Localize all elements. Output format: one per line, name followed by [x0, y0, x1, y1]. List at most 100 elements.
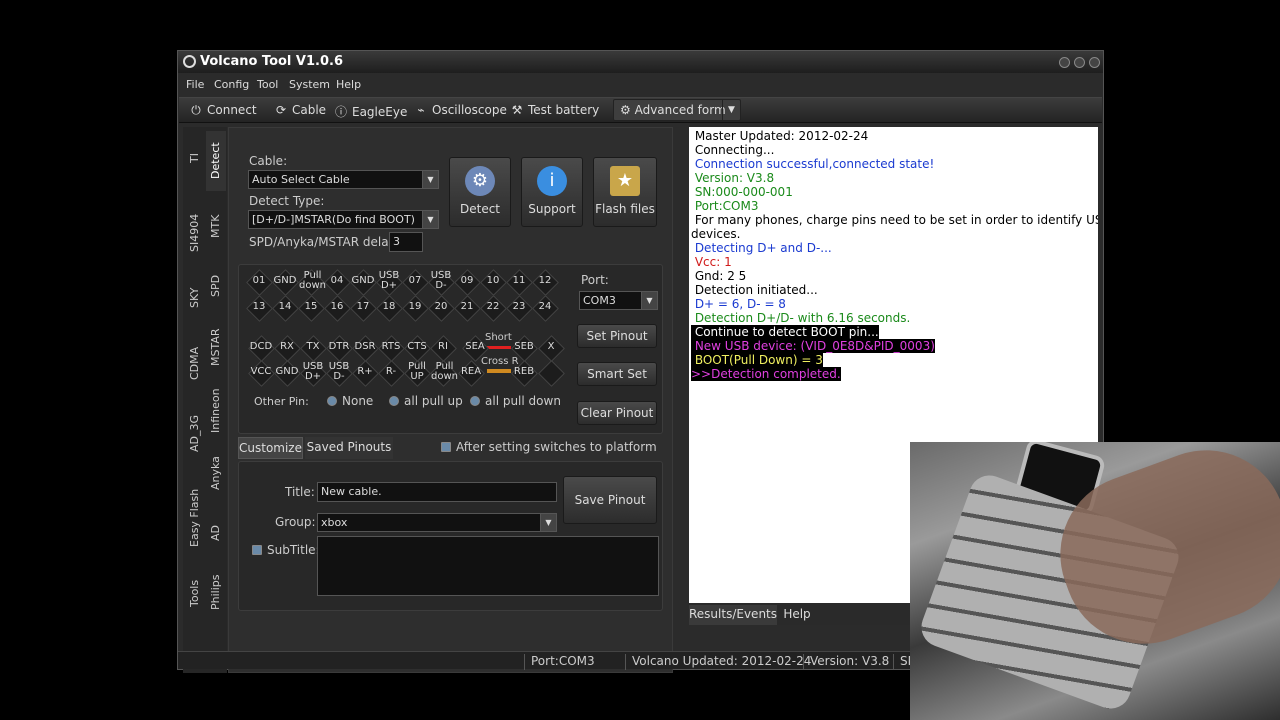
- pin-label: 09: [460, 275, 474, 286]
- detect-type-select[interactable]: [D+/D-]MSTAR(Do find BOOT) ▼: [248, 210, 439, 229]
- pin-row2-9[interactable]: 21: [455, 297, 479, 319]
- chevron-down-icon[interactable]: ▼: [722, 100, 740, 120]
- tab-ad[interactable]: AD: [206, 513, 226, 553]
- pin-row3-1[interactable]: DCD: [249, 337, 273, 359]
- oscilloscope-icon: ⌁: [417, 103, 425, 117]
- subtitle-checkbox[interactable]: SubTitle:: [252, 543, 320, 557]
- pin-row1-7[interactable]: 07: [403, 271, 427, 293]
- menu-config[interactable]: Config: [214, 78, 249, 91]
- pin-reb[interactable]: REB: [512, 362, 536, 384]
- radio-all-pull-up[interactable]: all pull up: [389, 394, 463, 408]
- tab-easy-flash[interactable]: Easy Flash: [185, 473, 205, 563]
- radio-all-pull-down[interactable]: all pull down: [470, 394, 561, 408]
- menu-help[interactable]: Help: [336, 78, 361, 91]
- pin-row1-5[interactable]: GND: [351, 271, 375, 293]
- flash-files-button[interactable]: ★ Flash files: [593, 157, 657, 227]
- pin-rea[interactable]: REA: [459, 362, 483, 384]
- cable-button[interactable]: ⟳ Cable: [274, 103, 326, 117]
- detect-button[interactable]: ⚙ Detect: [449, 157, 511, 227]
- pin-row2-1[interactable]: 13: [247, 297, 271, 319]
- pin-blank[interactable]: [539, 362, 563, 384]
- pin-row1-9[interactable]: 09: [455, 271, 479, 293]
- tab-philips[interactable]: Philips: [206, 567, 226, 617]
- tab-results-events[interactable]: Results/Events: [689, 605, 777, 625]
- tab-sky[interactable]: SKY: [185, 273, 205, 323]
- after-setting-checkbox[interactable]: After setting switches to platform: [441, 440, 657, 454]
- tab-mstar[interactable]: MSTAR: [206, 317, 226, 377]
- pin-row1-2[interactable]: GND: [273, 271, 297, 293]
- menu-file[interactable]: File: [186, 78, 204, 91]
- menu-tool[interactable]: Tool: [257, 78, 278, 91]
- tab-ad3g[interactable]: AD_3G: [185, 403, 205, 463]
- pin-row2-6[interactable]: 18: [377, 297, 401, 319]
- pin-row4-5[interactable]: R+: [353, 362, 377, 384]
- tab-infineon[interactable]: Infineon: [206, 381, 226, 441]
- port-select[interactable]: COM3 ▼: [579, 291, 658, 310]
- tab-ti[interactable]: TI: [185, 133, 205, 183]
- pin-row4-7[interactable]: Pull UP: [405, 362, 429, 384]
- connect-button[interactable]: ⏻ Connect: [189, 103, 256, 118]
- tab-si4904[interactable]: SI4904: [185, 203, 205, 263]
- radio-none[interactable]: None: [327, 394, 373, 408]
- pin-row2-10[interactable]: 22: [481, 297, 505, 319]
- support-button[interactable]: i Support: [521, 157, 583, 227]
- pin-row4-6[interactable]: R-: [379, 362, 403, 384]
- subtitle-input[interactable]: [317, 536, 659, 596]
- pin-row2-4[interactable]: 16: [325, 297, 349, 319]
- pin-row4-8[interactable]: Pull down: [431, 362, 458, 384]
- eagleeye-button[interactable]: ⓘ EagleEye: [334, 103, 407, 120]
- pin-row1-12[interactable]: 12: [533, 271, 557, 293]
- advanced-form-button[interactable]: ⚙ Advanced form ▼: [613, 99, 741, 121]
- pin-row2-5[interactable]: 17: [351, 297, 375, 319]
- pin-row2-8[interactable]: 20: [429, 297, 453, 319]
- pin-row3-2[interactable]: RX: [275, 337, 299, 359]
- tab-mtk[interactable]: MTK: [206, 201, 226, 251]
- pin-row3-4[interactable]: DTR: [327, 337, 351, 359]
- tab-cdma[interactable]: CDMA: [185, 333, 205, 393]
- pin-row1-3[interactable]: Pull down: [299, 271, 326, 293]
- tab-customize[interactable]: Customize: [238, 437, 303, 459]
- pin-row3-3[interactable]: TX: [301, 337, 325, 359]
- smart-set-button[interactable]: Smart Set: [577, 362, 657, 386]
- tab-saved-pinouts[interactable]: Saved Pinouts: [305, 437, 393, 459]
- pin-row2-2[interactable]: 14: [273, 297, 297, 319]
- tab-spd[interactable]: SPD: [206, 261, 226, 311]
- set-pinout-button[interactable]: Set Pinout: [577, 324, 657, 348]
- close-icon[interactable]: [1089, 57, 1100, 68]
- tab-help[interactable]: Help: [779, 605, 815, 625]
- pin-row2-7[interactable]: 19: [403, 297, 427, 319]
- pin-label: GND: [275, 366, 299, 377]
- maximize-icon[interactable]: [1074, 57, 1085, 68]
- group-select[interactable]: xbox ▼: [317, 513, 557, 532]
- pin-row4-1[interactable]: VCC: [249, 362, 273, 384]
- title-input[interactable]: New cable.: [317, 482, 557, 502]
- pin-row2-12[interactable]: 24: [533, 297, 557, 319]
- clear-pinout-button[interactable]: Clear Pinout: [577, 401, 657, 425]
- tab-anyka[interactable]: Anyka: [206, 453, 226, 493]
- pin-row1-10[interactable]: 10: [481, 271, 505, 293]
- pin-row1-11[interactable]: 11: [507, 271, 531, 293]
- minimize-icon[interactable]: [1059, 57, 1070, 68]
- pin-row1-1[interactable]: 01: [247, 271, 271, 293]
- test-battery-button[interactable]: ⚒ Test battery: [510, 103, 600, 117]
- delay-input[interactable]: 3: [389, 232, 423, 252]
- pin-row3-6[interactable]: RTS: [379, 337, 403, 359]
- menu-system[interactable]: System: [289, 78, 330, 91]
- pin-row2-3[interactable]: 15: [299, 297, 323, 319]
- pin-row4-4[interactable]: USB D-: [327, 362, 351, 384]
- oscilloscope-button[interactable]: ⌁ Oscilloscope: [414, 103, 506, 117]
- tab-tools[interactable]: Tools: [185, 573, 205, 613]
- pin-row1-4[interactable]: 04: [325, 271, 349, 293]
- save-pinout-button[interactable]: Save Pinout: [563, 476, 657, 524]
- pin-row3-8[interactable]: RI: [431, 337, 455, 359]
- tab-detect[interactable]: Detect: [206, 131, 226, 191]
- pin-row3-7[interactable]: CTS: [405, 337, 429, 359]
- pin-row2-11[interactable]: 23: [507, 297, 531, 319]
- pin-row1-8[interactable]: USB D-: [429, 271, 453, 293]
- pin-row4-2[interactable]: GND: [275, 362, 299, 384]
- pin-row4-3[interactable]: USB D+: [301, 362, 325, 384]
- pin-row1-6[interactable]: USB D+: [377, 271, 401, 293]
- pin-row3-5[interactable]: DSR: [353, 337, 377, 359]
- pin-x[interactable]: X: [539, 337, 563, 359]
- cable-select[interactable]: Auto Select Cable ▼: [248, 170, 439, 189]
